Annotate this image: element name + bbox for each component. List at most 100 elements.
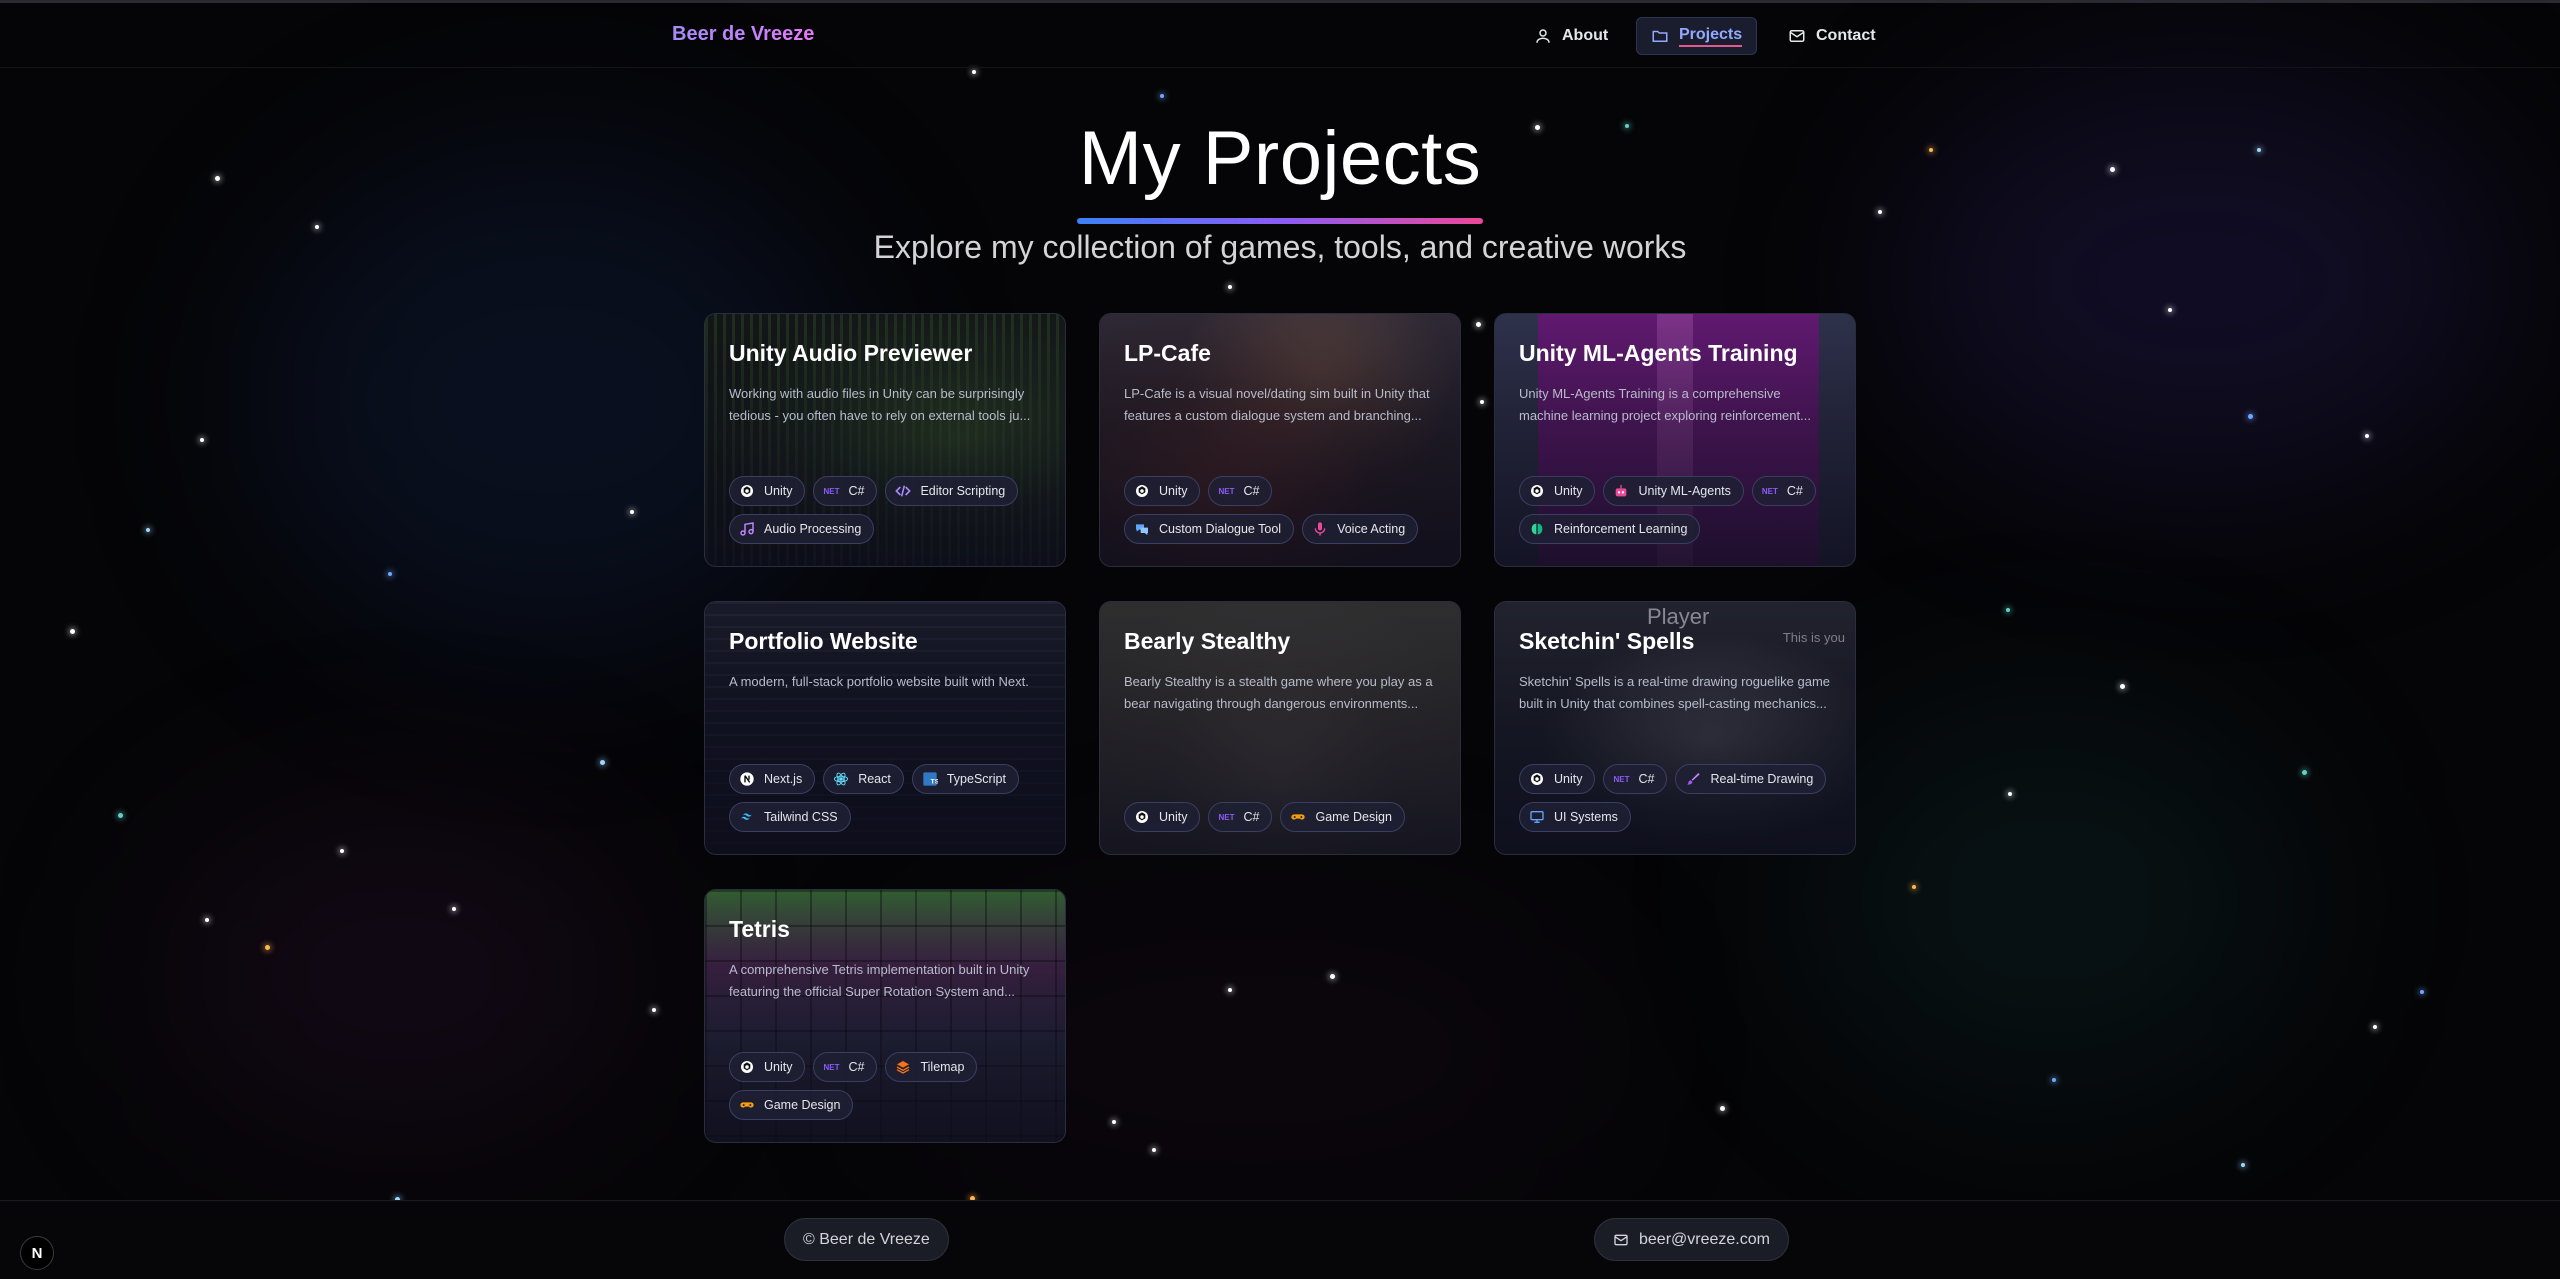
star [600,760,605,765]
project-title: Bearly Stealthy [1124,628,1291,654]
gamepad-icon [738,1096,756,1114]
mail-icon [1789,30,1805,42]
tag-list: Unity NET C# Editor Scripting Audio Processi… [729,476,1049,544]
unity-icon [1133,482,1151,500]
tech-tag: Tailwind CSS [729,802,851,832]
star [200,438,204,442]
email-link[interactable]: beer@vreeze.com [1594,1218,1789,1261]
star [2373,1025,2377,1029]
project-card[interactable]: Unity Audio Previewer Working with audio… [704,313,1066,567]
nav-link-label: Contact [1816,27,1876,44]
unity-icon [738,482,756,500]
user-icon [1536,29,1550,43]
tag-label: C# [1786,484,1803,498]
tag-label: Unity [764,1060,793,1074]
star [452,907,456,911]
svg-text:TS: TS [931,779,938,786]
nav-link-label: Projects [1679,26,1743,47]
project-card[interactable]: Tetris A comprehensive Tetris implementa… [704,889,1066,1143]
tag-list: Unity NET C# Real-time Drawing UI Systems [1519,764,1839,832]
star [340,849,344,853]
nav-link-contact[interactable]: Contact [1774,17,1890,55]
tag-label: Next.js [764,772,803,786]
tag-list: Unity Unity ML-Agents NET C# Reinforcement L… [1519,476,1839,544]
star [972,70,976,74]
tech-tag: NET C# [1208,802,1273,832]
star [1160,94,1164,98]
project-card[interactable]: Portfolio Website A modern, full-stack p… [704,601,1066,855]
tag-label: C# [1243,484,1260,498]
tag-list: Unity NET C# Custom Dialogue Tool Voice Acti… [1124,476,1444,544]
unity-icon [1133,808,1151,826]
nav-link-about[interactable]: About [1520,17,1622,55]
tag-label: Unity [1159,810,1188,824]
nav-link-label: About [1562,27,1609,44]
gamepad-icon [1289,808,1307,826]
tech-tag: UI Systems [1519,802,1631,832]
dotnet-icon: NET [1218,812,1235,822]
star [70,629,75,634]
monitor-icon [1528,808,1546,826]
project-card[interactable]: Bearly Stealthy Bearly Stealthy is a ste… [1099,601,1461,855]
star [1912,885,1916,889]
star [1228,988,1232,992]
tag-label: C# [1243,810,1260,824]
star [630,510,634,514]
tech-tag: TS TypeScript [911,764,1019,794]
project-description: A modern, full-stack portfolio website b… [729,674,1029,689]
project-card[interactable]: LP-Cafe LP-Cafe is a visual novel/dating… [1099,313,1461,567]
folder-icon [1652,30,1668,42]
tag-label: TypeScript [946,772,1006,786]
copyright-pill: © Beer de Vreeze [784,1218,949,1261]
dotnet-icon: NET [1613,774,1630,784]
layers-icon [894,1058,912,1076]
dotnet-icon: NET [823,1062,840,1072]
tag-list: Unity NET C# Tilemap Game Design [729,1052,1049,1120]
project-card[interactable]: Unity ML-Agents Training Unity ML-Agents… [1494,313,1856,567]
mail-icon [1614,1234,1628,1245]
tech-tag: Unity [1124,476,1201,506]
tech-tag: Real-time Drawing [1675,764,1827,794]
star [1152,1148,1156,1152]
tech-tag: NET C# [813,1052,878,1082]
tech-tag: Tilemap [885,1052,978,1082]
star [146,528,150,532]
tech-tag: Unity [729,1052,806,1082]
project-card[interactable]: Player This is you Sketchin' Spells Sket… [1494,601,1856,855]
tech-tag: Game Design [729,1090,854,1120]
star [1720,1106,1725,1111]
dotnet-icon: NET [1218,486,1235,496]
project-title: Unity Audio Previewer [729,340,973,366]
tag-label: Unity ML-Agents [1638,484,1731,498]
tag-list: Unity NET C# Game Design [1124,802,1444,832]
tag-label: Tilemap [920,1060,965,1074]
star [2365,434,2369,438]
tag-list: Next.js React TS TypeScript Tailwind CSS [729,764,1049,832]
navbar: Beer de Vreeze About Projects Contact [0,3,2560,68]
title-underline [1077,218,1483,224]
star [1228,285,1232,289]
page-subtitle: Explore my collection of games, tools, a… [873,229,1687,265]
tag-label: React [858,772,891,786]
unity-icon [1528,482,1546,500]
star [2008,792,2012,796]
tag-label: Tailwind CSS [764,810,838,824]
tech-tag: React [823,764,904,794]
tech-tag: NET C# [1208,476,1273,506]
nav-link-projects[interactable]: Projects [1636,17,1758,55]
star [1878,210,1882,214]
tag-label: Reinforcement Learning [1554,522,1688,536]
tag-label: Audio Processing [764,522,862,536]
tag-label: Unity [1159,484,1188,498]
brand-logo[interactable]: Beer de Vreeze [672,23,814,46]
dev-tools-badge[interactable]: N [20,1236,54,1270]
star [2168,308,2172,312]
star [1476,322,1481,327]
brush-icon [1684,770,1702,788]
robot-icon [1612,482,1630,500]
tag-label: C# [1638,772,1655,786]
tag-label: Editor Scripting [920,484,1006,498]
mic-icon [1311,520,1329,538]
tech-tag: Audio Processing [729,514,875,544]
tech-tag: Voice Acting [1302,514,1419,544]
